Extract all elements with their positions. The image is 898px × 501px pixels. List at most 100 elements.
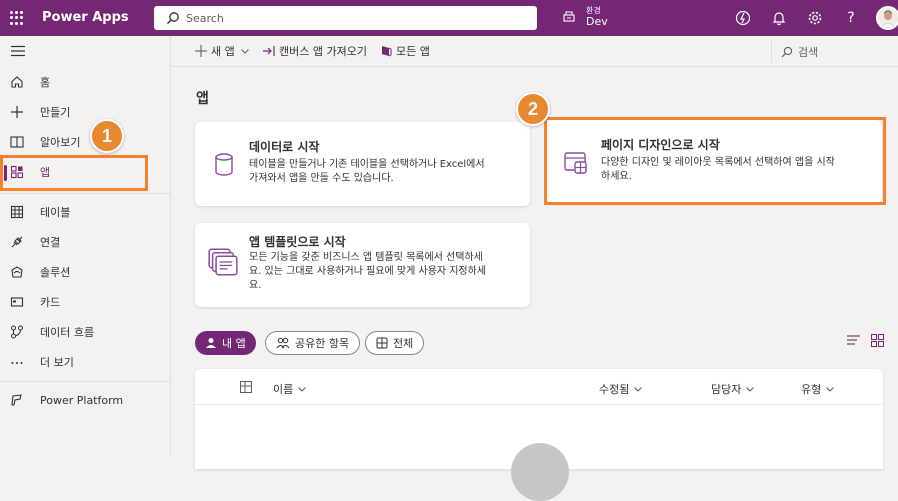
all-apps-button[interactable]: 모든 앱 bbox=[380, 43, 430, 59]
app-name[interactable]: Power Apps bbox=[42, 10, 129, 25]
nav-divider bbox=[0, 381, 170, 382]
bell-icon[interactable] bbox=[770, 9, 788, 27]
import-icon bbox=[263, 46, 275, 56]
column-label: 유형 bbox=[801, 383, 822, 396]
nav-item-home[interactable]: 홈 bbox=[0, 68, 170, 96]
power-platform-icon bbox=[11, 394, 22, 406]
nav-item-more[interactable]: 더 보기 bbox=[0, 348, 170, 376]
nav-divider bbox=[0, 193, 170, 194]
app-type-icon bbox=[240, 381, 252, 393]
nav-item-label: 연결 bbox=[40, 236, 61, 249]
column-header-name[interactable]: 이름 bbox=[273, 381, 307, 397]
new-app-label: 새 앱 bbox=[211, 45, 235, 58]
nav-item-learn[interactable]: 알아보기 bbox=[0, 128, 170, 156]
nav-item-label: 만들기 bbox=[40, 106, 71, 119]
step-badge-1: 1 bbox=[90, 119, 124, 153]
nav-item-label: 알아보기 bbox=[40, 136, 81, 149]
column-header-type[interactable]: 유형 bbox=[801, 381, 835, 397]
start-with-app-template-card[interactable]: 앱 템플릿으로 시작 모든 기능을 갖춘 비즈니스 앱 템플릿 목록에서 선택하… bbox=[195, 223, 530, 307]
people-icon bbox=[276, 337, 290, 349]
column-label: 담당자 bbox=[711, 383, 742, 396]
start-with-data-card[interactable]: 데이터로 시작 테이블을 만들거나 기존 테이블을 선택하거나 Excel에서 … bbox=[195, 122, 530, 206]
card-description: 테이블을 만들거나 기존 테이블을 선택하거나 Excel에서 가져와서 앱을 … bbox=[249, 158, 485, 186]
avatar[interactable] bbox=[876, 6, 898, 30]
card-description-line: 가져와서 앱을 만들 수도 있습니다. bbox=[249, 173, 394, 184]
gear-icon[interactable] bbox=[806, 9, 824, 27]
nav-item-power-platform[interactable]: Power Platform bbox=[0, 386, 170, 414]
chevron-down-icon bbox=[298, 387, 307, 392]
table-header: 이름 수정됨 담당자 유형 bbox=[195, 369, 883, 405]
nav-item-tables[interactable]: 테이블 bbox=[0, 198, 170, 226]
nav-item-connections[interactable]: 연결 bbox=[0, 228, 170, 256]
environment-icon bbox=[563, 11, 575, 22]
apps-search-label: 검색 bbox=[798, 46, 819, 59]
nav-item-solutions[interactable]: 솔루션 bbox=[0, 258, 170, 286]
app-template-icon bbox=[208, 248, 238, 276]
card-description-line: 모든 기능을 갖춘 비즈니스 앱 템플릿 목록에서 선택하세 bbox=[249, 252, 483, 263]
nav-item-label: 홈 bbox=[40, 76, 51, 89]
card-description-line: 요. 있는 그대로 사용하거나 필요에 맞게 사용자 지정하세 bbox=[249, 266, 487, 277]
column-label: 이름 bbox=[273, 383, 294, 396]
copilot-icon[interactable] bbox=[734, 9, 752, 27]
nav-item-label: 데이터 흐름 bbox=[40, 326, 95, 339]
chevron-down-icon bbox=[240, 49, 249, 54]
nav-item-cards[interactable]: 카드 bbox=[0, 288, 170, 316]
chevron-down-icon bbox=[826, 387, 835, 392]
card-description-line: 요. bbox=[249, 280, 262, 291]
environment-value: Dev bbox=[586, 15, 608, 28]
filter-shared-with-me[interactable]: 공유한 항목 bbox=[265, 331, 361, 355]
power-apps-icon bbox=[382, 46, 392, 57]
grid-view-icon[interactable] bbox=[871, 334, 884, 347]
nav-item-create[interactable]: 만들기 bbox=[0, 98, 170, 126]
column-header-owner[interactable]: 담당자 bbox=[711, 381, 755, 397]
dataflow-icon bbox=[11, 325, 23, 339]
chevron-down-icon bbox=[634, 387, 643, 392]
page-title: 앱 bbox=[196, 91, 209, 107]
card-title: 데이터로 시작 bbox=[249, 140, 320, 154]
top-bar: Power Apps 환경 Dev ? bbox=[0, 0, 898, 36]
search-icon bbox=[167, 12, 179, 24]
plus-icon bbox=[11, 106, 23, 118]
app-launcher-icon[interactable] bbox=[10, 11, 24, 25]
card-icon bbox=[10, 297, 24, 307]
book-icon bbox=[10, 136, 24, 148]
card-description-line: 테이블을 만들거나 기존 테이블을 선택하거나 Excel에서 bbox=[249, 159, 485, 170]
help-icon[interactable]: ? bbox=[842, 9, 860, 27]
command-bar: 새 앱 캔버스 앱 가져오기 모든 앱 검색 bbox=[171, 36, 898, 67]
empty-state-illustration bbox=[511, 443, 569, 501]
command-bar-divider bbox=[771, 40, 772, 62]
filter-my-apps[interactable]: 내 앱 bbox=[195, 331, 256, 355]
card-description: 모든 기능을 갖춘 비즈니스 앱 템플릿 목록에서 선택하세 요. 있는 그대로… bbox=[249, 251, 486, 293]
nav-item-dataflows[interactable]: 데이터 흐름 bbox=[0, 318, 170, 346]
main-content: 앱 데이터로 시작 테이블을 만들거나 기존 테이블을 선택하거나 Excel에… bbox=[171, 68, 898, 501]
list-view-icon[interactable] bbox=[847, 334, 861, 346]
import-canvas-app-button[interactable]: 캔버스 앱 가져오기 bbox=[263, 43, 367, 59]
filter-all[interactable]: 전체 bbox=[365, 331, 425, 355]
column-header-modified[interactable]: 수정됨 bbox=[599, 381, 643, 397]
environment-picker[interactable]: 환경 Dev bbox=[562, 5, 608, 27]
global-search-input[interactable] bbox=[186, 11, 526, 25]
hamburger-menu-icon[interactable] bbox=[11, 45, 25, 57]
table-icon bbox=[10, 205, 24, 219]
more-icon bbox=[11, 362, 23, 364]
nav-item-label: 테이블 bbox=[40, 206, 71, 219]
person-icon bbox=[206, 338, 216, 348]
highlight-page-design-card bbox=[544, 117, 886, 205]
filter-label: 공유한 항목 bbox=[295, 337, 350, 350]
search-icon bbox=[781, 46, 793, 58]
grid-icon bbox=[376, 337, 388, 349]
filter-label: 전체 bbox=[393, 337, 414, 350]
new-app-button[interactable]: 새 앱 bbox=[195, 43, 254, 59]
plus-icon bbox=[195, 45, 207, 57]
view-switcher bbox=[847, 334, 884, 347]
database-icon bbox=[215, 153, 233, 176]
apps-table: 이름 수정됨 담당자 유형 bbox=[195, 369, 883, 501]
nav-item-label: 솔루션 bbox=[40, 266, 71, 279]
solution-icon bbox=[11, 266, 23, 278]
apps-search[interactable]: 검색 bbox=[781, 44, 818, 60]
all-apps-label: 모든 앱 bbox=[396, 45, 430, 58]
left-navigation: 홈 만들기 알아보기 앱 테이블 연결 솔루션 카드 데이터 흐름 더 보기 P… bbox=[0, 36, 171, 457]
global-search-box[interactable] bbox=[154, 6, 537, 30]
step-badge-2: 2 bbox=[516, 92, 550, 126]
chevron-down-icon bbox=[746, 387, 755, 392]
